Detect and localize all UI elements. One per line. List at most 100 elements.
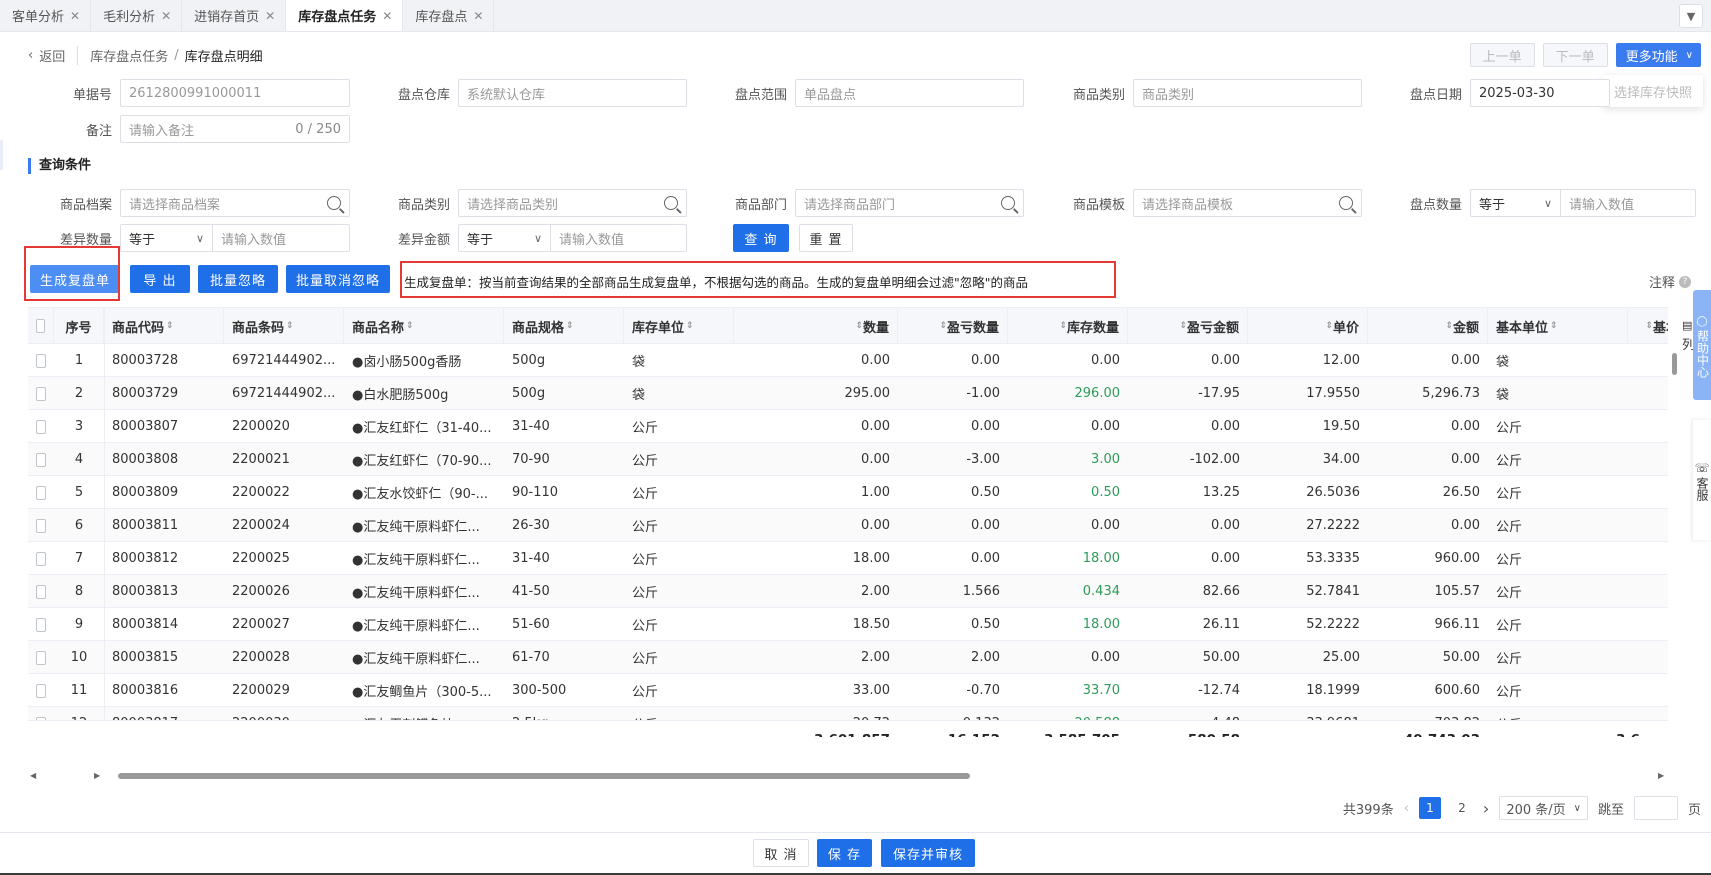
search-icon[interactable]: [1339, 196, 1353, 210]
scroll-right-icon[interactable]: ▶: [1658, 771, 1664, 780]
table-row[interactable]: 10 80003815 2200028 ●汇友纯干原料虾仁... 61-70 公斤 2.00…: [28, 641, 1668, 674]
batch-unignore-button[interactable]: 批量取消忽略: [286, 265, 390, 293]
next-doc-button[interactable]: 下一单: [1542, 43, 1608, 67]
row-checkbox[interactable]: [36, 683, 46, 698]
table-row[interactable]: 2 80003729 69721444902... ●白水肥肠500g 500g 袋 295…: [28, 377, 1668, 410]
close-icon[interactable]: ✕: [70, 9, 80, 23]
table-row[interactable]: 3 80003807 2200020 ●汇友红虾仁（31-40... 31-40 公斤 0.…: [28, 410, 1668, 443]
search-icon[interactable]: [664, 196, 678, 210]
tab-4[interactable]: 库存盘点 ✕: [403, 0, 495, 31]
scroll-right-icon[interactable]: ▶: [94, 771, 100, 780]
table-row[interactable]: 8 80003813 2200026 ●汇友纯干原料虾仁... 41-50 公斤 2.00 1…: [28, 575, 1668, 608]
help-center-button[interactable]: ◯ 帮助中心: [1693, 290, 1711, 400]
tab-1[interactable]: 毛利分析 ✕: [91, 0, 183, 31]
doc-no-input[interactable]: 2612800991000011: [120, 79, 350, 107]
tab-3[interactable]: 库存盘点任务 ✕: [286, 0, 404, 31]
row-checkbox[interactable]: [36, 485, 46, 500]
scope-input[interactable]: 单品盘点: [795, 79, 1024, 107]
jump-page-input[interactable]: [1633, 796, 1678, 820]
page-1[interactable]: 1: [1418, 797, 1441, 819]
close-icon[interactable]: ✕: [161, 9, 171, 23]
row-checkbox[interactable]: [36, 551, 46, 566]
column-header-extra[interactable]: ⇕基本: [1628, 308, 1668, 344]
more-functions-button[interactable]: 更多功能 ∨: [1615, 43, 1701, 67]
scroll-thumb[interactable]: [1672, 353, 1677, 375]
table-row[interactable]: 5 80003809 2200022 ●汇友水饺虾仁（90-... 90-110 公斤 1.…: [28, 476, 1668, 509]
goods-category-input[interactable]: 请选择商品类别: [458, 189, 687, 217]
search-icon[interactable]: [1001, 196, 1015, 210]
search-button[interactable]: 查 询: [733, 224, 789, 252]
sort-icon[interactable]: ⇕: [1550, 321, 1558, 331]
row-checkbox[interactable]: [36, 419, 46, 434]
diff-amt-operator-select[interactable]: 等于 ∨: [458, 224, 550, 252]
table-row[interactable]: 9 80003814 2200027 ●汇友纯干原料虾仁... 51-60 公斤 18.50…: [28, 608, 1668, 641]
row-checkbox[interactable]: [36, 584, 46, 599]
close-icon[interactable]: ✕: [382, 9, 392, 23]
prev-page-icon[interactable]: ‹: [1404, 801, 1409, 816]
breadcrumb-parent[interactable]: 库存盘点任务: [90, 46, 168, 65]
next-page-icon[interactable]: ›: [1483, 799, 1489, 818]
goods-input[interactable]: 请选择商品档案: [120, 189, 350, 217]
search-icon[interactable]: [327, 196, 341, 210]
diff-qty-operator-select[interactable]: 等于 ∨: [120, 224, 212, 252]
column-header-pl_qty[interactable]: ⇕ 盈亏数量: [898, 308, 1008, 344]
sort-icon[interactable]: ⇕: [1059, 321, 1067, 331]
category-input[interactable]: 商品类别: [1133, 79, 1362, 107]
table-row[interactable]: 4 80003808 2200021 ●汇友红虾仁（70-90... 70-90 公斤 0.…: [28, 443, 1668, 476]
sort-icon[interactable]: ⇕: [1645, 321, 1653, 331]
template-input[interactable]: 请选择商品模板: [1133, 189, 1362, 217]
export-button[interactable]: 导 出: [130, 265, 190, 293]
table-row[interactable]: 6 80003811 2200024 ●汇友纯干原料虾仁... 26-30 公斤 0.00 0…: [28, 509, 1668, 542]
sort-icon[interactable]: ⇕: [286, 321, 294, 331]
horizontal-scrollbar[interactable]: ◀ ▶ ▶: [28, 771, 1668, 781]
close-icon[interactable]: ✕: [265, 9, 275, 23]
tab-0[interactable]: 客单分析 ✕: [0, 0, 92, 31]
row-checkbox[interactable]: [36, 452, 46, 467]
select-snapshot-menu-item[interactable]: 选择库存快照: [1603, 75, 1703, 107]
column-header-spec[interactable]: 商品规格 ⇕: [504, 308, 624, 344]
column-header-base_unit[interactable]: 基本单位 ⇕: [1488, 308, 1628, 344]
vertical-scrollbar[interactable]: [1672, 343, 1678, 733]
save-button[interactable]: 保 存: [817, 839, 872, 867]
column-header-unit[interactable]: 库存单位 ⇕: [624, 308, 734, 344]
sort-icon[interactable]: ⇕: [939, 321, 947, 331]
column-header-amount[interactable]: ⇕ 金额: [1368, 308, 1488, 344]
scroll-thumb[interactable]: [118, 773, 970, 779]
table-row[interactable]: 11 80003816 2200029 ●汇友鲷鱼片（300-5... 300-500 公…: [28, 674, 1668, 707]
sort-icon[interactable]: ⇕: [1445, 321, 1453, 331]
page-2[interactable]: 2: [1451, 797, 1473, 819]
sort-icon[interactable]: ⇕: [855, 321, 863, 331]
cancel-button[interactable]: 取 消: [753, 839, 809, 867]
chevron-down-icon[interactable]: ▼: [1679, 4, 1703, 28]
table-row[interactable]: 7 80003812 2200025 ●汇友纯干原料虾仁... 31-40 公斤 18.00…: [28, 542, 1668, 575]
count-operator-select[interactable]: 等于 ∨: [1470, 189, 1560, 217]
annotation-toggle[interactable]: 注释 ?: [1649, 272, 1691, 291]
diff-amt-value-input[interactable]: 请输入数值: [550, 224, 687, 252]
column-header-pl_amt[interactable]: ⇕ 盈亏金额: [1128, 308, 1248, 344]
count-value-input[interactable]: 请输入数值: [1560, 189, 1696, 217]
batch-ignore-button[interactable]: 批量忽略: [198, 265, 278, 293]
reset-button[interactable]: 重 置: [799, 224, 853, 252]
select-all-checkbox[interactable]: [36, 319, 45, 333]
prev-doc-button[interactable]: 上一单: [1469, 43, 1535, 67]
close-icon[interactable]: ✕: [473, 9, 483, 23]
sort-icon[interactable]: ⇕: [1325, 321, 1333, 331]
column-header-cb[interactable]: [28, 308, 54, 344]
page-size-select[interactable]: 200 条/页 ∨: [1499, 796, 1588, 820]
column-header-stock[interactable]: ⇕ 库存数量: [1008, 308, 1128, 344]
table-row[interactable]: 1 80003728 69721444902... ●卤小肠500g香肠 500g 袋 0.…: [28, 344, 1668, 377]
column-header-name[interactable]: 商品名称 ⇕: [344, 308, 504, 344]
tab-2[interactable]: 进销存首页 ✕: [182, 0, 287, 31]
scroll-left-icon[interactable]: ◀: [30, 771, 36, 780]
sort-icon[interactable]: ⇕: [566, 321, 574, 331]
remark-input[interactable]: 请输入备注 0 / 250: [120, 115, 350, 143]
row-checkbox[interactable]: [36, 617, 46, 632]
sort-icon[interactable]: ⇕: [166, 321, 174, 331]
column-header-price[interactable]: ⇕ 单价: [1248, 308, 1368, 344]
customer-service-button[interactable]: ☏ 客服: [1693, 420, 1711, 540]
dept-input[interactable]: 请选择商品部门: [795, 189, 1024, 217]
column-header-barcode[interactable]: 商品条码 ⇕: [224, 308, 344, 344]
warehouse-input[interactable]: 系统默认仓库: [458, 79, 687, 107]
column-header-qty[interactable]: ⇕ 数量: [734, 308, 898, 344]
back-button[interactable]: ‹ 返回: [28, 45, 79, 65]
